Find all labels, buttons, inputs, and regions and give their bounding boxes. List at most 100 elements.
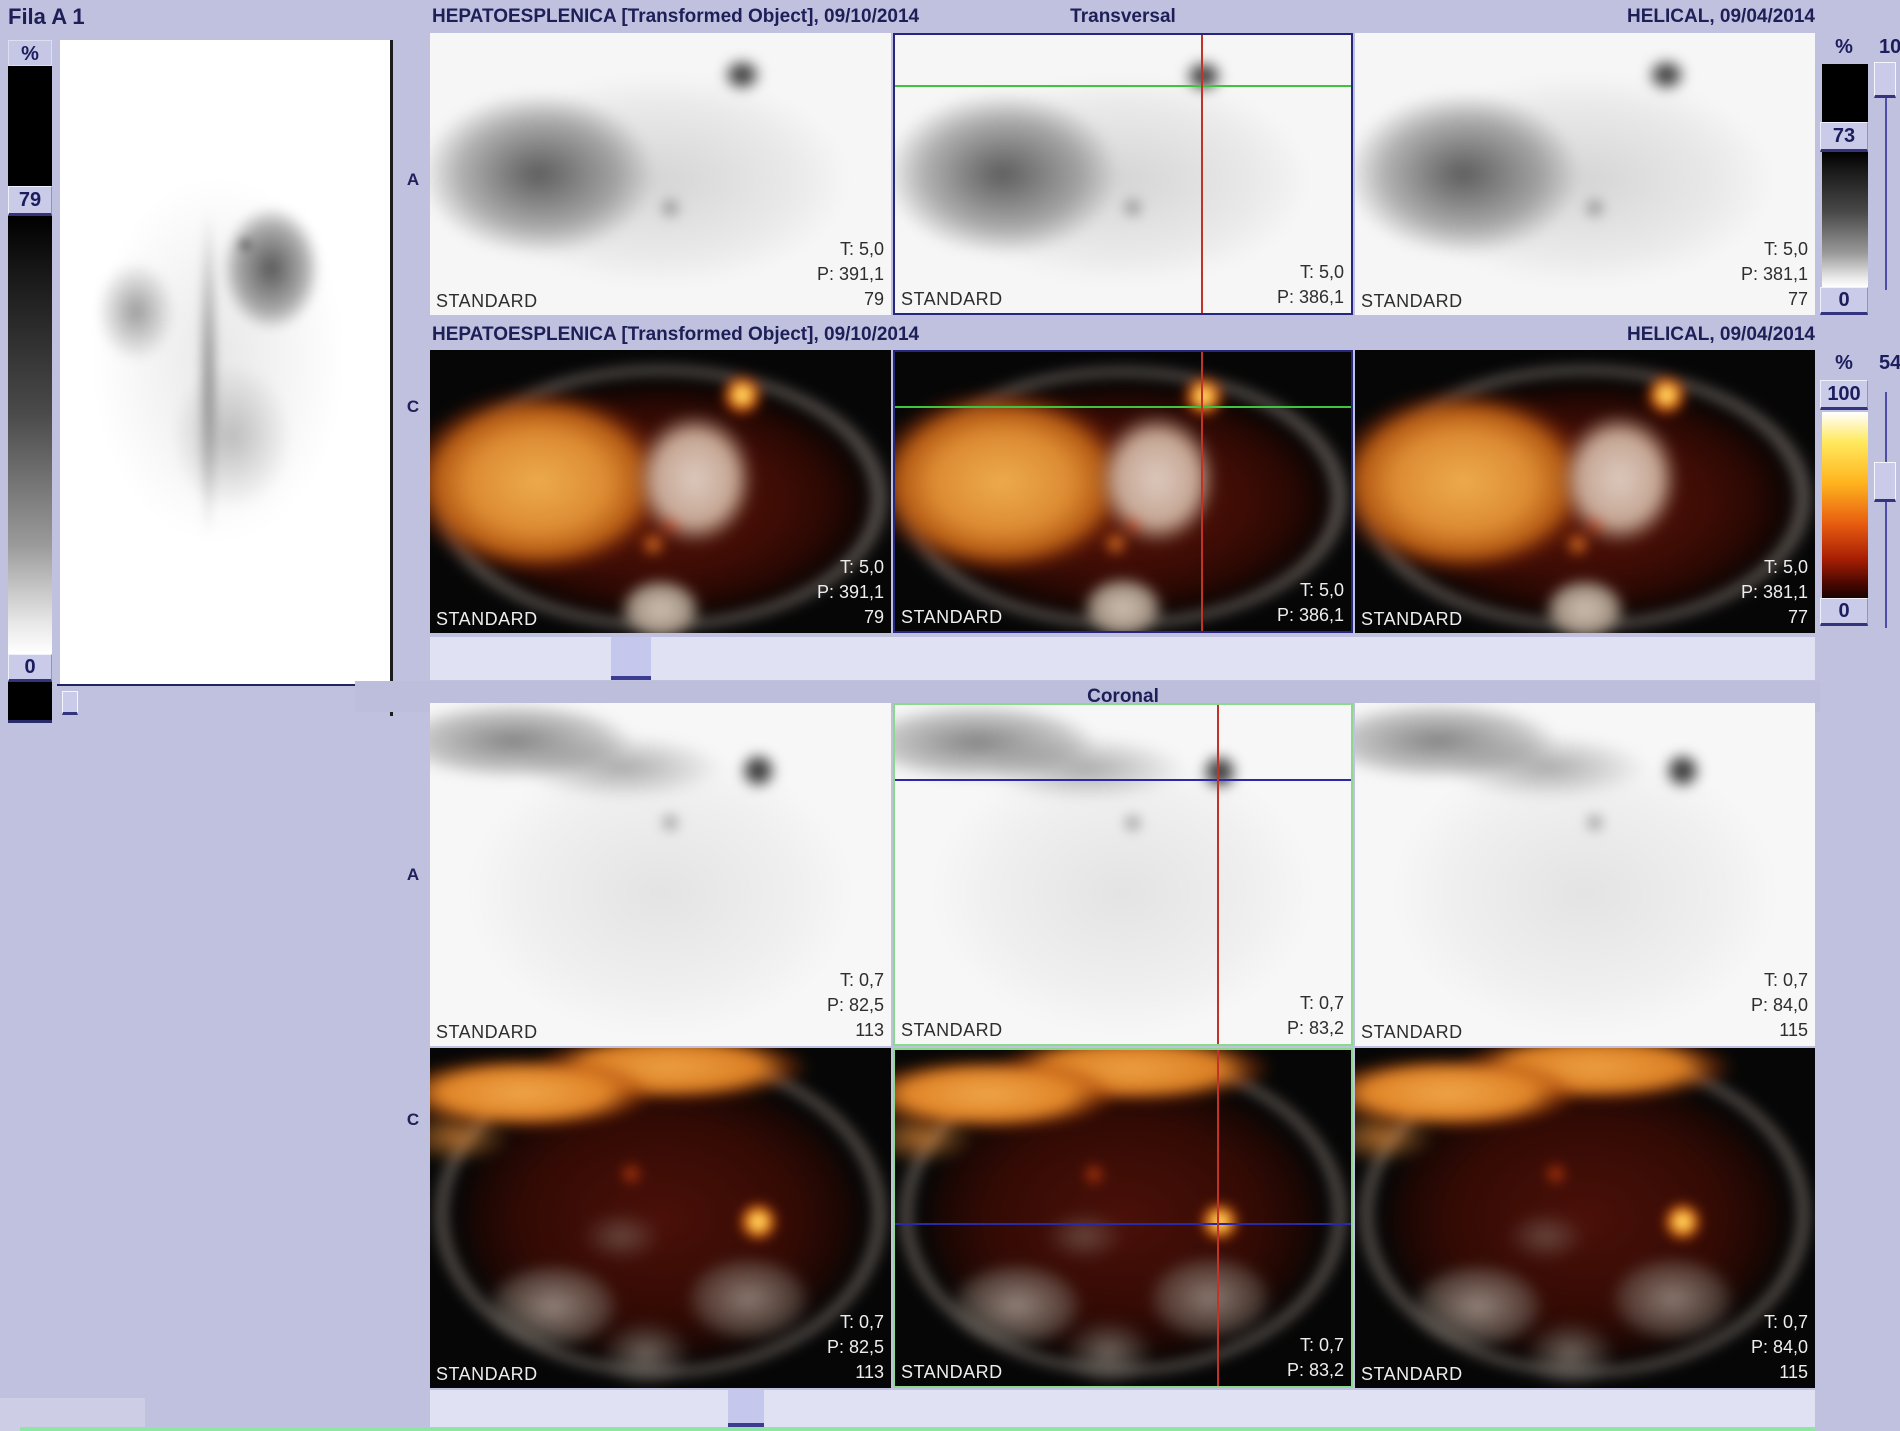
left-scale-lower-band bbox=[8, 682, 52, 723]
position-value: P: 84,0 bbox=[1751, 1335, 1808, 1360]
coronal-fused-image-3[interactable]: STANDARD T: 0,7 P: 84,0 115 bbox=[1355, 1048, 1815, 1388]
image-overlay-values: T: 0,7 P: 84,0 115 bbox=[1751, 968, 1808, 1043]
spect-scale-unit-label: % bbox=[1820, 36, 1868, 59]
image-overlay-values: T: 5,0 P: 386,1 bbox=[1277, 578, 1344, 628]
transversal-view-label: Transversal bbox=[893, 6, 1353, 28]
spect-scale-upper-threshold[interactable]: 73 bbox=[1820, 122, 1868, 152]
thickness-value: T: 5,0 bbox=[1741, 237, 1808, 262]
position-value: P: 83,2 bbox=[1287, 1016, 1344, 1041]
left-gray-colorbar[interactable] bbox=[8, 216, 52, 654]
thickness-value: T: 5,0 bbox=[1277, 578, 1344, 603]
fused-hot-colorbar[interactable] bbox=[1822, 412, 1868, 598]
reconstruction-mode-label: STANDARD bbox=[1361, 1364, 1463, 1385]
position-value: P: 391,1 bbox=[817, 262, 884, 287]
coronal-spect-image-2-selected[interactable]: STANDARD T: 0,7 P: 83,2 bbox=[893, 703, 1353, 1046]
image-overlay-values: T: 5,0 P: 391,1 79 bbox=[817, 555, 884, 630]
image-overlay-values: T: 0,7 P: 84,0 115 bbox=[1751, 1310, 1808, 1385]
left-scale-lower-threshold[interactable]: 0 bbox=[8, 654, 52, 682]
coronal-spect-image-3[interactable]: STANDARD T: 0,7 P: 84,0 115 bbox=[1355, 703, 1815, 1046]
transversal-spect-image-3[interactable]: STANDARD T: 5,0 P: 381,1 77 bbox=[1355, 33, 1815, 315]
position-value: P: 386,1 bbox=[1277, 603, 1344, 628]
image-overlay-values: T: 5,0 P: 381,1 77 bbox=[1741, 237, 1808, 312]
fusion-art bbox=[893, 1048, 1353, 1388]
transversal-fused-image-3[interactable]: STANDARD T: 5,0 P: 381,1 77 bbox=[1355, 350, 1815, 633]
coronal-fused-image-2-selected[interactable]: STANDARD T: 0,7 P: 83,2 bbox=[893, 1048, 1353, 1388]
coronal-scrollbar-thumb[interactable] bbox=[728, 1390, 764, 1427]
image-overlay-values: T: 5,0 P: 391,1 79 bbox=[817, 237, 884, 312]
mip-panel-divider bbox=[390, 40, 393, 716]
row-label-coronal-a: A bbox=[398, 865, 428, 885]
left-mini-slider[interactable] bbox=[62, 691, 78, 715]
row-label-transversal-a: A bbox=[398, 170, 428, 190]
left-scale-upper-threshold[interactable]: 79 bbox=[8, 186, 52, 216]
slice-number: 79 bbox=[817, 605, 884, 630]
mip-image[interactable] bbox=[60, 40, 390, 686]
spect-scale-lower-threshold[interactable]: 0 bbox=[1820, 287, 1868, 315]
transversal-fused-image-2-selected[interactable]: STANDARD T: 5,0 P: 386,1 bbox=[893, 350, 1353, 633]
row-label-transversal-c: C bbox=[398, 397, 428, 417]
image-overlay-values: T: 0,7 P: 83,2 bbox=[1287, 1333, 1344, 1383]
reconstruction-mode-label: STANDARD bbox=[436, 291, 538, 312]
slice-number: 77 bbox=[1741, 287, 1808, 312]
scintigram-art bbox=[1355, 703, 1815, 1046]
reconstruction-mode-label: STANDARD bbox=[1361, 291, 1463, 312]
fused-threshold-slider-handle[interactable] bbox=[1874, 462, 1896, 502]
thickness-value: T: 0,7 bbox=[1287, 991, 1344, 1016]
crosshair-vertical-red[interactable] bbox=[1217, 1050, 1219, 1386]
crosshair-vertical-red[interactable] bbox=[1201, 352, 1203, 631]
reconstruction-mode-label: STANDARD bbox=[901, 1020, 1003, 1041]
reconstruction-mode-label: STANDARD bbox=[1361, 1022, 1463, 1043]
bottom-green-divider bbox=[20, 1427, 1815, 1431]
fusion-art bbox=[430, 1048, 891, 1388]
scintigram-art bbox=[430, 703, 891, 1046]
fused-slider-max-label: 54 bbox=[1879, 352, 1900, 375]
slice-number: 113 bbox=[827, 1360, 884, 1385]
crosshair-horizontal-blue[interactable] bbox=[895, 779, 1351, 781]
slice-number: 79 bbox=[817, 287, 884, 312]
fused-scale-lower-threshold[interactable]: 0 bbox=[1820, 598, 1868, 626]
reconstruction-mode-label: STANDARD bbox=[901, 1362, 1003, 1383]
crosshair-vertical-red[interactable] bbox=[1201, 35, 1203, 313]
position-value: P: 84,0 bbox=[1751, 993, 1808, 1018]
reconstruction-mode-label: STANDARD bbox=[436, 1022, 538, 1043]
thickness-value: T: 5,0 bbox=[1277, 260, 1344, 285]
spect-gray-colorbar[interactable] bbox=[1822, 152, 1868, 287]
thickness-value: T: 0,7 bbox=[1287, 1333, 1344, 1358]
spect-threshold-slider-handle[interactable] bbox=[1874, 62, 1896, 98]
crosshair-vertical-red[interactable] bbox=[1217, 705, 1219, 1044]
spect-scale-upper-band bbox=[1822, 64, 1868, 122]
fusion-art bbox=[1355, 1048, 1815, 1388]
fused-scale-unit-label: % bbox=[1820, 352, 1868, 375]
slice-number: 77 bbox=[1741, 605, 1808, 630]
mip-art bbox=[60, 110, 390, 590]
reconstruction-mode-label: STANDARD bbox=[901, 289, 1003, 310]
position-value: P: 82,5 bbox=[827, 1335, 884, 1360]
coronal-slice-scrollbar[interactable] bbox=[430, 1390, 1815, 1427]
row-label-coronal-c: C bbox=[398, 1110, 428, 1130]
reconstruction-mode-label: STANDARD bbox=[436, 609, 538, 630]
image-overlay-values: T: 0,7 P: 82,5 113 bbox=[827, 1310, 884, 1385]
transversal-spect-image-1[interactable]: STANDARD T: 5,0 P: 391,1 79 bbox=[430, 33, 891, 315]
spect-slider-max-label: 100 bbox=[1879, 36, 1900, 59]
fused-threshold-slider-track[interactable] bbox=[1885, 392, 1887, 628]
transversal-spect-image-2-selected[interactable]: STANDARD T: 5,0 P: 386,1 bbox=[893, 33, 1353, 315]
image-overlay-values: T: 0,7 P: 82,5 113 bbox=[827, 968, 884, 1043]
crosshair-horizontal-green[interactable] bbox=[895, 406, 1351, 408]
transversal-fused-image-1[interactable]: STANDARD T: 5,0 P: 391,1 79 bbox=[430, 350, 891, 633]
coronal-spect-image-1[interactable]: STANDARD T: 0,7 P: 82,5 113 bbox=[430, 703, 891, 1046]
left-scale-unit-label: % bbox=[8, 40, 52, 66]
page-title: Fila A 1 bbox=[8, 4, 85, 30]
transversal-slice-scrollbar[interactable] bbox=[430, 637, 1815, 680]
thickness-value: T: 0,7 bbox=[827, 968, 884, 993]
reconstruction-mode-label: STANDARD bbox=[436, 1364, 538, 1385]
transversal-spect-study-header: HEPATOESPLENICA [Transformed Object], 09… bbox=[432, 6, 919, 28]
crosshair-horizontal-blue[interactable] bbox=[895, 1223, 1351, 1225]
thickness-value: T: 0,7 bbox=[827, 1310, 884, 1335]
position-value: P: 386,1 bbox=[1277, 285, 1344, 310]
crosshair-horizontal-green[interactable] bbox=[895, 85, 1351, 87]
coronal-fused-image-1[interactable]: STANDARD T: 0,7 P: 82,5 113 bbox=[430, 1048, 891, 1388]
position-value: P: 381,1 bbox=[1741, 580, 1808, 605]
spect-threshold-slider-track[interactable] bbox=[1885, 96, 1887, 290]
transversal-scrollbar-thumb[interactable] bbox=[611, 637, 651, 680]
fused-scale-upper-threshold[interactable]: 100 bbox=[1820, 380, 1868, 410]
